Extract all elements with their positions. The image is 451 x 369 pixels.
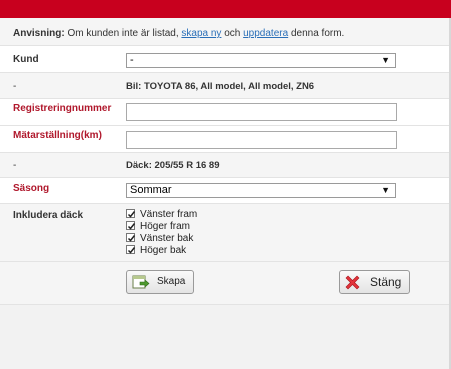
odometer-row: Mätarställning(km) (0, 126, 449, 153)
registration-input[interactable] (126, 103, 397, 121)
top-brand-bar (0, 0, 451, 18)
tire-info-value: Däck: 205/55 R 16 89 (126, 160, 220, 171)
customer-row: Kund - ▼ (0, 46, 449, 73)
odometer-label: Mätarställning(km) (13, 130, 102, 141)
season-select-value: Sommar (130, 184, 172, 196)
checkbox-left-front[interactable]: Vänster fram (126, 209, 197, 221)
checkmark-icon[interactable] (126, 209, 136, 218)
customer-label: Kund (13, 54, 39, 65)
registration-row: Registreringnummer (0, 99, 449, 126)
chevron-down-icon: ▼ (381, 185, 390, 195)
season-select[interactable]: Sommar ▼ (126, 183, 396, 198)
season-row: Säsong Sommar ▼ (0, 178, 449, 204)
checkmark-icon[interactable] (126, 221, 136, 230)
create-button[interactable]: Skapa (126, 270, 194, 294)
tire-info-label: - (13, 160, 17, 171)
chevron-down-icon: ▼ (381, 55, 390, 65)
checkmark-icon[interactable] (126, 233, 136, 242)
create-new-link[interactable]: skapa ny (181, 28, 221, 39)
odometer-input[interactable] (126, 131, 397, 149)
instruction-label: Anvisning: (13, 28, 65, 39)
update-link[interactable]: uppdatera (243, 28, 288, 39)
create-document-icon (132, 275, 150, 293)
checkbox-right-rear[interactable]: Höger bak (126, 245, 186, 257)
tire-info-row: - Däck: 205/55 R 16 89 (0, 153, 449, 178)
close-button-label: Stäng (370, 275, 402, 289)
customer-select[interactable]: - ▼ (126, 53, 396, 68)
car-info-row: - Bil: TOYOTA 86, All model, All model, … (0, 73, 449, 99)
checkbox-left-rear[interactable]: Vänster bak (126, 233, 193, 245)
season-label: Säsong (13, 183, 50, 194)
close-button[interactable]: Stäng (339, 270, 410, 294)
include-tires-label: Inkludera däck (13, 210, 84, 221)
registration-label: Registreringnummer (13, 103, 112, 114)
instruction-notice: Anvisning: Om kunden inte är listad, ska… (0, 18, 449, 46)
form-footer: Skapa Stäng (0, 262, 449, 305)
customer-select-value: - (130, 54, 134, 66)
checkmark-icon[interactable] (126, 245, 136, 254)
car-info-label: - (13, 81, 17, 92)
car-info-value: Bil: TOYOTA 86, All model, All model, ZN… (126, 81, 315, 92)
create-button-label: Skapa (157, 276, 186, 287)
close-x-icon (345, 275, 360, 293)
include-tires-row: Inkludera däck Vänster fram Höger fram V… (0, 204, 449, 262)
instruction-text: Anvisning: Om kunden inte är listad, ska… (13, 28, 345, 39)
checkbox-right-front[interactable]: Höger fram (126, 221, 190, 233)
